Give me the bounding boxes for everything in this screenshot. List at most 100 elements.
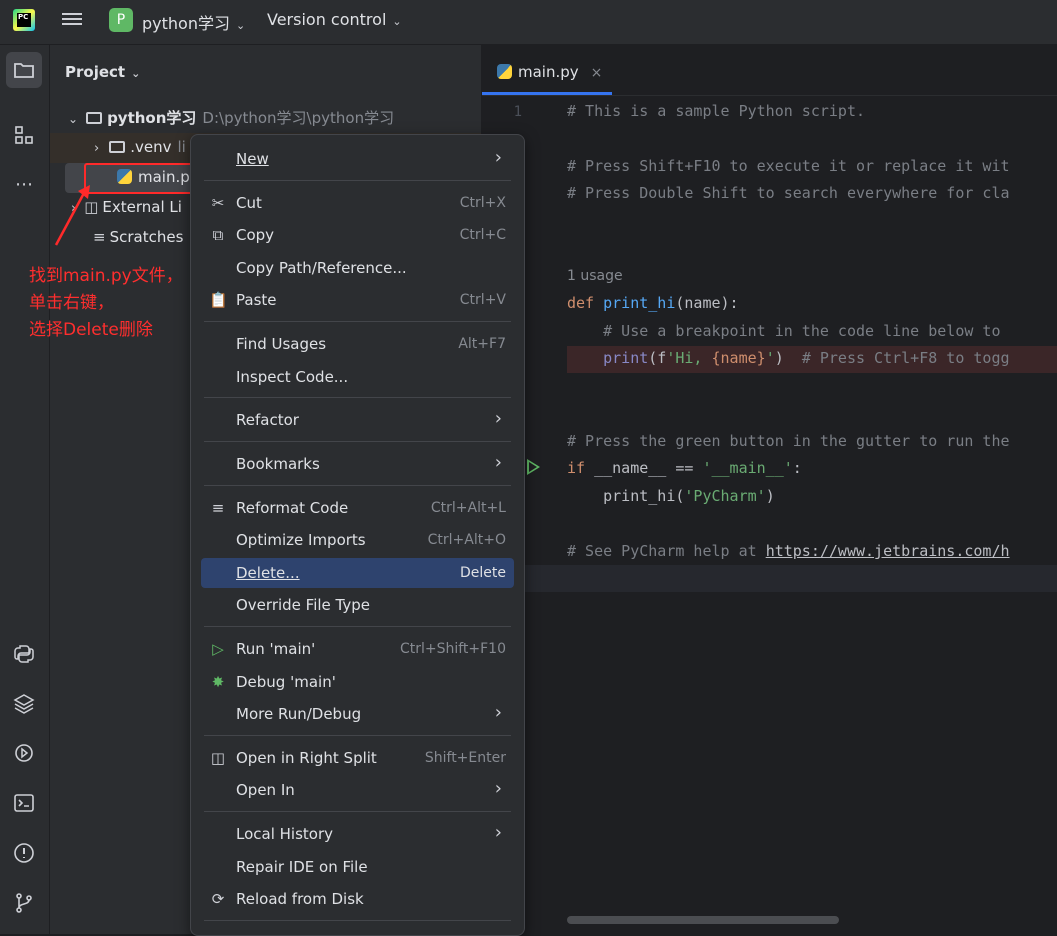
menu-shortcut: Alt+F7 [458, 336, 506, 352]
menu-item-debug[interactable]: ✸ Debug 'main' [201, 667, 514, 697]
run-icon: ▷ [212, 640, 224, 658]
annotation-text: 找到main.py文件， 单击右键， 选择Delete删除 [29, 263, 183, 344]
comment: # Press Ctrl+F8 to togg [801, 349, 1010, 367]
menu-shortcut: Ctrl+Alt+L [430, 500, 506, 516]
menu-item-repair-ide[interactable]: Repair IDE on File [201, 852, 514, 882]
chevron-down-icon[interactable]: ⌄ [68, 112, 78, 126]
terminal-icon[interactable] [12, 791, 36, 815]
menu-item-find-usages[interactable]: Find Usages Alt+F7 [201, 329, 514, 359]
annotation-line-3: 选择Delete删除 [29, 320, 153, 340]
menu-label: Refactor [236, 411, 299, 429]
project-panel-title[interactable]: Project ⌄ [65, 63, 140, 81]
reformat-icon: ≡ [211, 499, 225, 517]
menu-label: New [236, 150, 269, 168]
problems-icon[interactable] [12, 841, 36, 865]
code-text: : [792, 459, 802, 477]
menu-item-paste[interactable]: 📋 Paste Ctrl+V [201, 285, 514, 315]
menu-item-local-history[interactable]: Local History › [201, 819, 514, 849]
python-console-icon[interactable] [12, 642, 36, 666]
keyword: if [567, 459, 595, 477]
menu-separator [204, 735, 511, 736]
code-line: print(f'Hi, {name}') # Press Ctrl+F8 to … [567, 349, 1010, 367]
line-number: 1 [513, 104, 522, 120]
menu-item-reload-from-disk[interactable]: ⟳ Reload from Disk [201, 884, 514, 914]
context-menu: New › ✂ Cut Ctrl+X ⧉ Copy Ctrl+C Copy Path/Re… [190, 134, 525, 936]
folder-icon [86, 112, 103, 124]
annotation-line-1: 找到main.py文件， [29, 266, 183, 286]
code-line: # Press Shift+F10 to execute it or repla… [567, 157, 1010, 175]
menu-item-more-run-debug[interactable]: More Run/Debug › [201, 699, 514, 729]
menu-item-optimize-imports[interactable]: Optimize Imports Ctrl+Alt+O [201, 525, 514, 555]
project-badge[interactable]: P [109, 8, 133, 32]
services-icon[interactable] [12, 741, 36, 765]
menu-item-bookmarks[interactable]: Bookmarks › [201, 449, 514, 479]
menu-separator [204, 920, 511, 921]
help-link[interactable]: https://www.jetbrains.com/h [766, 542, 1010, 560]
venv-folder-name: .venv [130, 138, 172, 156]
menu-item-reformat-code[interactable]: ≡ Reformat Code Ctrl+Alt+L [201, 493, 514, 523]
chevron-down-icon: ⌄ [131, 67, 141, 80]
main-menu-icon[interactable] [62, 10, 82, 30]
annotation-line-2: 单击右键， [29, 293, 114, 313]
pycharm-logo-icon[interactable]: PC [13, 9, 35, 31]
project-switcher[interactable]: python学习 ⌄ [142, 10, 245, 34]
git-icon[interactable] [12, 891, 36, 915]
tree-row-scratches[interactable]: ≡ Scratches [93, 228, 183, 246]
menu-item-inspect-code[interactable]: Inspect Code... [201, 362, 514, 392]
menu-label: Reformat Code [236, 499, 349, 517]
close-icon[interactable]: × [591, 65, 603, 81]
project-name: python学习 [142, 14, 230, 33]
chevron-right-icon: › [494, 702, 502, 723]
python-file-icon [497, 64, 512, 79]
menu-shortcut: Ctrl+X [459, 195, 506, 211]
bug-icon: ✸ [211, 673, 225, 691]
menu-label: Cut [236, 194, 262, 212]
code-text: print_hi( [567, 487, 685, 505]
menu-item-open-right-split[interactable]: ◫ Open in Right Split Shift+Enter [201, 743, 514, 773]
menu-item-copy[interactable]: ⧉ Copy Ctrl+C [201, 220, 514, 250]
chevron-right-icon[interactable]: › [94, 141, 99, 156]
annotation-highlight-box [84, 163, 204, 194]
project-folder-icon[interactable] [12, 58, 36, 82]
menu-item-open-in[interactable]: Open In › [201, 775, 514, 805]
usage-hint[interactable]: 1 usage [567, 268, 623, 284]
chevron-right-icon: › [494, 822, 502, 843]
menu-item-copy-path[interactable]: Copy Path/Reference... [201, 253, 514, 283]
menu-item-override-file-type[interactable]: Override File Type [201, 590, 514, 620]
menu-item-run[interactable]: ▷ Run 'main' Ctrl+Shift+F10 [201, 634, 514, 664]
code-editor[interactable]: 1 # This is a sample Python script. # Pr… [482, 96, 1057, 934]
tree-row-root[interactable]: ⌄ python学习 D:\python学习\python学习 [68, 107, 394, 128]
menu-item-cut[interactable]: ✂ Cut Ctrl+X [201, 188, 514, 218]
run-gutter-icon[interactable] [527, 459, 540, 475]
structure-icon[interactable] [12, 123, 36, 147]
menu-shortcut: Shift+Enter [424, 750, 506, 766]
more-tools-icon[interactable]: ⋯ [12, 173, 36, 197]
code-line: # Use a breakpoint in the code line belo… [567, 322, 1010, 340]
menu-item-refactor[interactable]: Refactor › [201, 405, 514, 435]
tree-row-venv[interactable]: › .venv li [94, 138, 186, 156]
menu-label: Copy [236, 226, 275, 244]
string: '__main__' [702, 459, 793, 477]
editor-tab-bar: main.py × [482, 45, 1057, 96]
code-line: def print_hi(name): [567, 294, 739, 312]
venv-folder-suffix: li [177, 138, 186, 156]
menu-label: Override File Type [236, 596, 370, 614]
menu-label: Local History [236, 825, 334, 843]
menu-label: More Run/Debug [236, 705, 362, 723]
tab-main-py[interactable]: main.py × [497, 63, 602, 81]
menu-label: Find Usages [236, 335, 327, 353]
code-line: if __name__ == '__main__': [567, 459, 802, 477]
menu-label: Repair IDE on File [236, 858, 368, 876]
string: ' [765, 349, 775, 367]
horizontal-scrollbar[interactable] [567, 916, 839, 924]
chevron-right-icon: › [494, 778, 502, 799]
string: 'PyCharm' [684, 487, 766, 505]
chevron-right-icon: › [494, 408, 502, 429]
version-control-menu[interactable]: Version control ⌄ [267, 10, 402, 29]
menu-item-new[interactable]: New › [201, 144, 514, 174]
code-text: (name): [675, 294, 739, 312]
menu-item-delete[interactable]: Delete... Delete [201, 558, 514, 588]
python-packages-icon[interactable] [12, 692, 36, 716]
active-tab-indicator [482, 92, 612, 95]
root-folder-path: D:\python学习\python学习 [202, 109, 395, 127]
